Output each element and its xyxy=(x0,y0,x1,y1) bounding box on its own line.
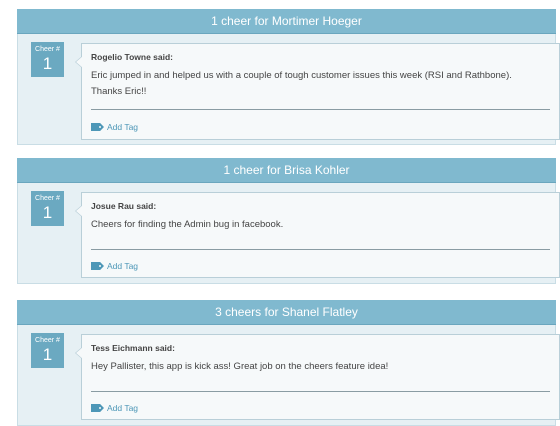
badge-label: Cheer # xyxy=(35,337,60,344)
cheer-message: Hey Pallister, this app is kick ass! Gre… xyxy=(91,361,389,372)
tag-icon xyxy=(91,404,104,412)
cheer-number-badge: Cheer # 1 xyxy=(31,42,64,77)
add-tag-label: Add Tag xyxy=(107,261,139,271)
badge-number: 1 xyxy=(42,203,53,222)
add-tag-label: Add Tag xyxy=(107,122,139,132)
author-name: Josue Rau said: xyxy=(91,201,157,211)
badge-label: Cheer # xyxy=(35,46,60,53)
cheer-card: 1 cheer for Brisa Kohler Cheer # 1 Josue… xyxy=(17,158,560,284)
badge-number: 1 xyxy=(42,345,53,364)
divider xyxy=(91,249,550,250)
divider xyxy=(91,391,550,392)
cheer-card-title: 3 cheers for Shanel Flatley xyxy=(17,300,556,325)
cheer-card-title: 1 cheer for Brisa Kohler xyxy=(17,158,556,183)
cheer-message: Eric jumped in and helped us with a coup… xyxy=(91,70,512,97)
badge-label: Cheer # xyxy=(35,195,60,202)
add-tag-link[interactable]: Add Tag xyxy=(91,122,138,132)
cheer-card-title: 1 cheer for Mortimer Hoeger xyxy=(17,9,556,34)
author-name: Rogelio Towne said: xyxy=(91,52,174,62)
cheer-number-badge: Cheer # 1 xyxy=(31,191,64,226)
cheer-card-body: Cheer # 1 Josue Rau said: Cheers for fin… xyxy=(17,183,560,284)
add-tag-link[interactable]: Add Tag xyxy=(91,403,138,413)
tag-icon xyxy=(91,262,104,270)
author-name: Tess Eichmann said: xyxy=(91,343,175,353)
cheer-message-bubble: Tess Eichmann said: Hey Pallister, this … xyxy=(75,334,560,420)
tag-icon xyxy=(91,123,104,131)
cheer-card-body: Cheer # 1 Rogelio Towne said: Eric jumpe… xyxy=(17,34,560,145)
cheer-message-bubble: Josue Rau said: Cheers for finding the A… xyxy=(75,192,560,278)
add-tag-label: Add Tag xyxy=(107,403,139,413)
cheer-card: 3 cheers for Shanel Flatley Cheer # 1 Te… xyxy=(17,300,560,426)
add-tag-link[interactable]: Add Tag xyxy=(91,261,138,271)
cheer-card-body: Cheer # 1 Tess Eichmann said: Hey Pallis… xyxy=(17,325,560,426)
cheer-message-bubble: Rogelio Towne said: Eric jumped in and h… xyxy=(75,43,560,140)
cheer-number-badge: Cheer # 1 xyxy=(31,333,64,368)
cheer-message: Cheers for finding the Admin bug in face… xyxy=(91,219,284,230)
divider xyxy=(91,109,550,110)
cheer-card: 1 cheer for Mortimer Hoeger Cheer # 1 Ro… xyxy=(17,9,560,145)
badge-number: 1 xyxy=(42,54,53,73)
